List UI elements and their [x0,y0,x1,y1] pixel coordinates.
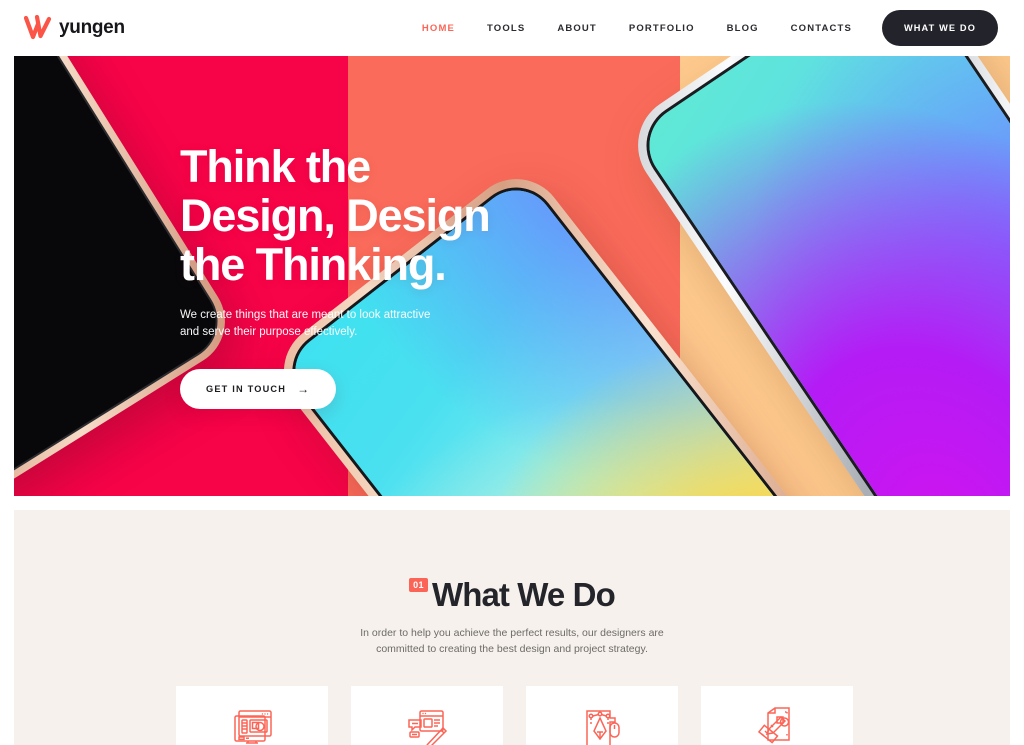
section-title-row: 01 What We Do [409,576,616,614]
service-card[interactable] [351,686,503,745]
browser-chat-pencil-icon [405,707,449,745]
service-card[interactable] [701,686,853,745]
hero-headline: Think the Design, Design the Thinking. [180,141,491,290]
brand-name: yungen [59,17,125,38]
what-we-do-section: 01 What We Do In order to help you achie… [14,510,1010,745]
hero-subtext: We create things that are meant to look … [180,309,431,338]
section-header: 01 What We Do In order to help you achie… [14,510,1010,657]
nav-item-home[interactable]: HOME [406,17,471,40]
main-nav: HOME TOOLS ABOUT PORTFOLIO BLOG CONTACTS… [406,10,998,46]
get-in-touch-label: GET IN TOUCH [206,384,287,394]
section-title: What We Do [431,576,616,613]
nav-item-tools[interactable]: TOOLS [471,17,541,40]
service-card[interactable] [176,686,328,745]
service-card[interactable] [526,686,678,745]
section-description: In order to help you achieve the perfect… [360,627,664,655]
nav-item-about[interactable]: ABOUT [541,17,613,40]
nav-item-blog[interactable]: BLOG [711,17,775,40]
service-cards [176,686,853,745]
get-in-touch-button[interactable]: GET IN TOUCH → [180,369,337,409]
page-root: yungen HOME TOOLS ABOUT PORTFOLIO BLOG C… [0,0,1024,745]
arrow-right-icon: → [297,382,311,396]
design-editor-window-icon [230,707,274,745]
nav-item-portfolio[interactable]: PORTFOLIO [613,17,711,40]
nav-item-contacts[interactable]: CONTACTS [775,17,868,40]
yungen-logo-icon [24,15,52,41]
pen-tool-mouse-icon [580,707,624,745]
site-header: yungen HOME TOOLS ABOUT PORTFOLIO BLOG C… [0,0,1024,56]
brand-logo[interactable]: yungen [24,15,125,41]
document-ruler-pencil-icon [755,707,799,745]
hero-banner: Think the Design, Design the Thinking. W… [14,54,1010,496]
what-we-do-button[interactable]: WHAT WE DO [881,10,998,46]
section-number-badge: 01 [409,578,428,592]
hero-copy: Think the Design, Design the Thinking. W… [180,141,491,409]
